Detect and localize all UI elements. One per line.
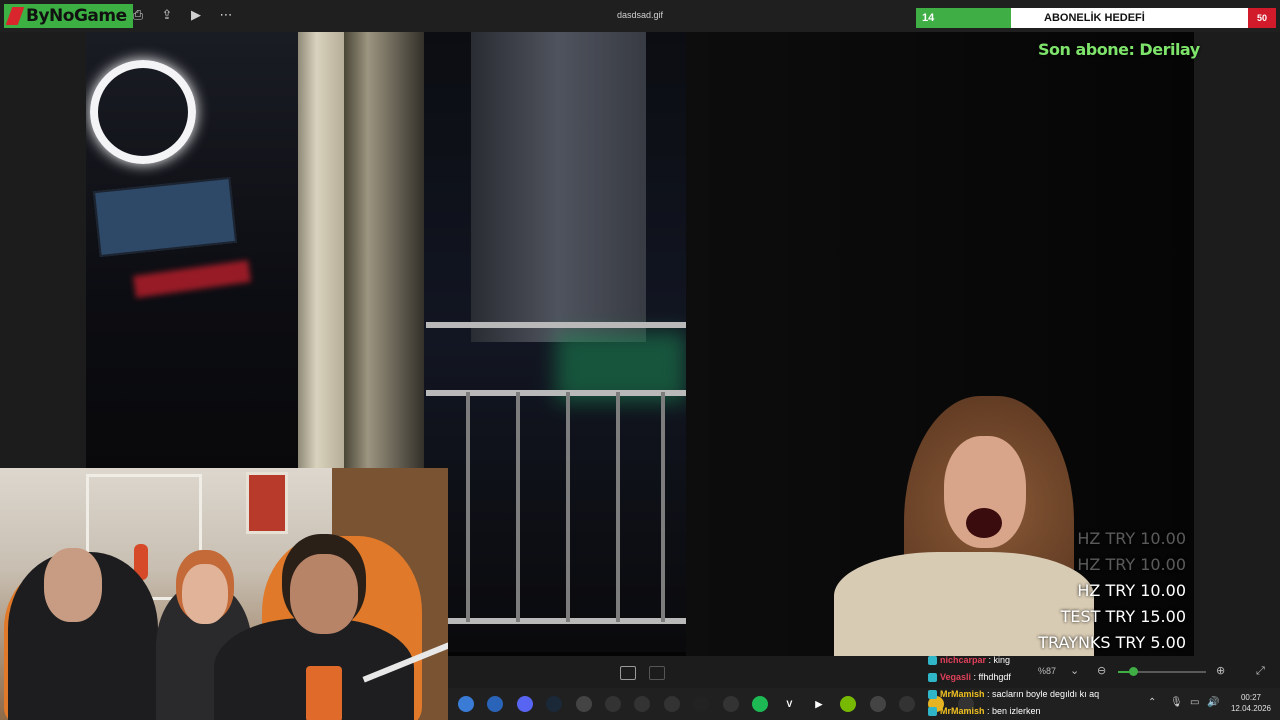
goal-label: ABONELİK HEDEFİ	[1044, 12, 1145, 24]
play-arrow-icon[interactable]: ▶	[810, 696, 827, 712]
chat-badge-icon	[928, 673, 937, 683]
donor-name: HZ	[1077, 581, 1101, 600]
window-frame	[298, 32, 344, 472]
clock-time: 00:27	[1240, 693, 1262, 702]
chat-badge-icon	[928, 690, 937, 700]
spotify-icon[interactable]	[752, 696, 768, 712]
chat-username: Vegasli	[940, 672, 972, 682]
rail-post	[466, 392, 470, 622]
chat-badge-icon	[928, 707, 937, 717]
donation-amount: TRY 15.00	[1100, 607, 1186, 626]
network-icon[interactable]: ▭	[1190, 697, 1199, 708]
window-frame-inner	[344, 32, 424, 472]
chat-username: nichcarpar	[940, 655, 987, 665]
chat-text: : sacların boyle degıldı kı aq	[984, 689, 1100, 699]
chat-username: MrMamish	[940, 706, 985, 716]
rail-post	[516, 392, 520, 622]
wall-art	[246, 472, 288, 534]
chat-text: : ffhdhgdf	[971, 672, 1011, 682]
file-name: dasdsad.gif	[616, 10, 664, 20]
donation-amount: TRY 5.00	[1110, 633, 1186, 652]
chat-text: : king	[986, 655, 1011, 665]
person-mouth	[966, 508, 1002, 538]
donation-row: HZ TRY 10.00	[1000, 578, 1186, 604]
viewer-controls	[448, 656, 928, 688]
guest-head	[182, 564, 228, 624]
disc-icon[interactable]	[634, 696, 651, 712]
donation-row: HZ TRY 10.00	[1000, 526, 1186, 552]
logo-text: ByNoGame	[26, 6, 127, 26]
slideshow-icon[interactable]: ▶	[188, 8, 204, 24]
system-clock[interactable]: 00:27 12.04.2026	[1226, 692, 1276, 714]
globe-icon[interactable]	[487, 696, 504, 712]
drink-cup	[306, 666, 342, 720]
chat-overlay: nichcarpar : king Vegasli : ffhdhgdf MrMam…	[928, 652, 1168, 720]
donor-name: HZ	[1077, 555, 1101, 574]
chat-badge-icon	[928, 656, 937, 666]
clock-date: 12.04.2026	[1230, 704, 1272, 713]
chat-username: MrMamish	[940, 689, 985, 699]
chat-message: Vegasli : ffhdhgdf	[928, 669, 1168, 686]
bynogame-logo: ByNoGame	[4, 4, 133, 28]
balcony-rail-top	[426, 322, 688, 328]
donor-name: HZ	[1077, 529, 1101, 548]
obs-icon[interactable]	[605, 696, 621, 712]
circle-app-icon[interactable]	[458, 696, 474, 712]
fullscreen-icon[interactable]: ⤢	[1256, 664, 1265, 678]
share-icon[interactable]: ⇪	[159, 8, 175, 24]
v-app-icon[interactable]: V	[781, 696, 798, 712]
donor-name: TRAYNKS	[1038, 633, 1111, 652]
epic-games-icon[interactable]	[693, 696, 710, 712]
chat-text: : ben izlerken	[984, 706, 1041, 716]
chat-message: MrMamish : ben izlerken	[928, 703, 1168, 720]
building	[471, 32, 646, 342]
game-controller-icon[interactable]	[575, 696, 592, 712]
rail-post	[616, 392, 620, 622]
print-icon[interactable]: ⎙	[130, 8, 146, 24]
donor-name: TEST	[1060, 607, 1101, 626]
microphone-icon[interactable]: 🎙	[1170, 697, 1183, 708]
record-icon[interactable]	[869, 696, 886, 712]
subscription-goal-bar: 14 ABONELİK HEDEFİ	[916, 8, 1256, 28]
last-subscriber: Son abone: Derilay	[1038, 40, 1200, 59]
guest-head	[290, 554, 358, 634]
goal-total: 50	[1248, 8, 1276, 28]
discord-icon[interactable]	[516, 696, 533, 712]
ring-light	[90, 60, 196, 164]
goal-current: 14	[922, 12, 935, 24]
streamer-head	[44, 548, 102, 622]
donation-amount: TRY 10.00	[1100, 529, 1186, 548]
donation-amount: TRY 10.00	[1100, 581, 1186, 600]
crop-icon[interactable]	[649, 666, 665, 680]
volume-icon[interactable]: 🔊	[1207, 697, 1219, 708]
donation-amount: TRY 10.00	[1100, 555, 1186, 574]
more-icon[interactable]: ⋯	[218, 8, 234, 24]
zoom-in-icon[interactable]: ⊕	[1216, 664, 1225, 677]
donation-row: TEST TRY 15.00	[1000, 604, 1186, 630]
webcam-feed	[0, 468, 448, 720]
donation-row: HZ TRY 10.00	[1000, 552, 1186, 578]
clock-app-icon[interactable]	[899, 696, 915, 712]
rail-post	[566, 392, 570, 622]
cube-icon[interactable]	[722, 696, 739, 712]
steam-icon[interactable]	[546, 696, 563, 712]
rail-post	[661, 392, 665, 622]
donation-list: HZ TRY 10.00 HZ TRY 10.00 HZ TRY 10.00 TEST…	[1000, 526, 1186, 656]
logo-mark-icon	[5, 7, 25, 25]
chat-message: MrMamish : sacların boyle degıldı kı aq	[928, 686, 1168, 703]
fit-screen-icon[interactable]	[620, 666, 636, 680]
nvidia-icon[interactable]	[840, 696, 857, 712]
search-ring-icon[interactable]	[663, 696, 680, 712]
chat-message: nichcarpar : king	[928, 652, 1168, 669]
